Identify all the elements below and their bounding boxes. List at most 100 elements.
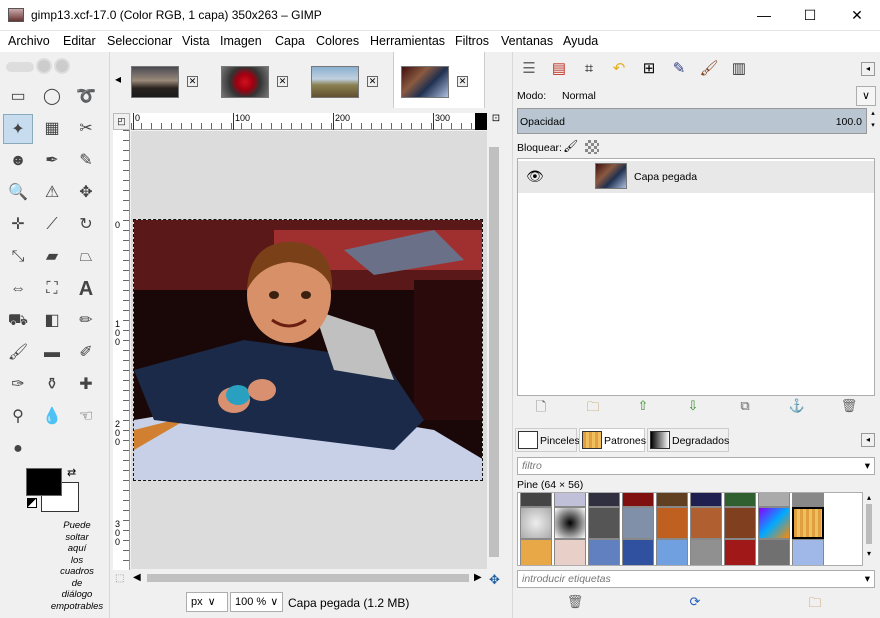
pattern-swatch[interactable] — [724, 539, 756, 565]
menu-ventanas[interactable]: Ventanas — [501, 34, 553, 48]
pattern-swatch[interactable] — [724, 493, 756, 507]
pattern-swatch[interactable] — [758, 539, 790, 565]
foreground-color-swatch[interactable] — [26, 468, 62, 496]
heal-icon[interactable]: ✚ — [71, 370, 101, 400]
gradients-tab[interactable]: Degradados — [647, 428, 729, 452]
paths-icon[interactable]: ✒ — [37, 146, 67, 176]
fuzzy-select-icon[interactable]: ✦ — [3, 114, 33, 144]
tabs-scroll-left-icon[interactable]: ◂ — [115, 72, 121, 86]
crop-icon[interactable]: ⟋ — [37, 210, 67, 240]
raise-layer-icon[interactable]: ⇧ — [633, 398, 653, 414]
dodge-burn-icon[interactable]: ● — [3, 434, 33, 464]
device-status-tab-icon[interactable]: ⊞ — [635, 56, 663, 82]
menu-colores[interactable]: Colores — [316, 34, 359, 48]
lower-layer-icon[interactable]: ⇩ — [683, 398, 703, 414]
delete-pattern-icon[interactable]: 🗑 — [565, 594, 585, 610]
paint-tab-icon[interactable]: 🖌 — [695, 56, 723, 82]
horizontal-scrollbar[interactable]: ◀ ▶ — [131, 571, 487, 585]
dock-menu-icon[interactable]: ◂ — [861, 433, 875, 447]
pattern-swatch[interactable] — [554, 507, 586, 539]
maximize-button[interactable]: ☐ — [787, 0, 833, 31]
text-icon[interactable]: A — [71, 274, 101, 304]
foreground-select-icon[interactable]: ☻ — [3, 146, 33, 176]
gradient-tab-icon[interactable]: ▥ — [725, 56, 753, 82]
menu-archivo[interactable]: Archivo — [8, 34, 50, 48]
pattern-swatch[interactable] — [792, 493, 824, 507]
pattern-swatch[interactable] — [656, 539, 688, 565]
image-tab-sunset[interactable] — [131, 66, 179, 98]
close-tab-icon[interactable]: ✕ — [457, 76, 468, 87]
pattern-swatch[interactable] — [724, 507, 756, 539]
move-icon[interactable]: ✥ — [71, 178, 101, 208]
image-tab-landscape[interactable] — [311, 66, 359, 98]
shear-icon[interactable]: ▰ — [37, 242, 67, 272]
pattern-swatch[interactable] — [792, 539, 824, 565]
brushes-tab[interactable]: Pinceles — [515, 428, 580, 452]
quick-mask-icon[interactable]: ⬚ — [115, 573, 124, 584]
pattern-swatch[interactable] — [690, 493, 722, 507]
dock-menu-icon[interactable]: ◂ — [861, 62, 875, 76]
lasso-select-icon[interactable]: ➰ — [71, 82, 101, 112]
layer-name[interactable]: Capa pegada — [634, 171, 697, 183]
minimize-button[interactable]: — — [741, 0, 787, 31]
airbrush-icon[interactable]: ✐ — [71, 338, 101, 368]
new-layer-icon[interactable]: 🗋 — [531, 398, 551, 420]
pencil-icon[interactable]: ✏ — [71, 306, 101, 336]
opacity-spinner[interactable]: ▴ ▾ — [868, 108, 878, 134]
bucket-fill-icon[interactable]: ⛟ — [3, 306, 33, 336]
lock-alpha-icon[interactable] — [585, 140, 599, 154]
menu-ayuda[interactable]: Ayuda — [563, 34, 598, 48]
menu-imagen[interactable]: Imagen — [220, 34, 262, 48]
layers-tab-icon[interactable]: ☰ — [515, 56, 543, 82]
pattern-swatch[interactable] — [588, 539, 620, 565]
pattern-swatch[interactable] — [656, 507, 688, 539]
swap-colors-icon[interactable]: ⇄ — [67, 466, 76, 479]
delete-layer-icon[interactable]: 🗑 — [839, 398, 859, 414]
pattern-swatch-selected[interactable] — [792, 507, 824, 539]
color-picker-icon[interactable]: ✎ — [71, 146, 101, 176]
scissors-select-icon[interactable]: ✂ — [71, 114, 101, 144]
pattern-swatch[interactable] — [758, 507, 790, 539]
perspective-clone-icon[interactable]: ⚲ — [3, 402, 33, 432]
paths-tab-icon[interactable]: ⌗ — [575, 56, 603, 82]
ink-icon[interactable]: ✑ — [3, 370, 33, 400]
pattern-swatch[interactable] — [520, 539, 552, 565]
perspective-icon[interactable]: ⏢ — [71, 242, 101, 272]
patterns-scrollbar[interactable]: ▴ ▾ — [863, 492, 875, 566]
eye-visibility-icon[interactable]: 👁 — [526, 168, 544, 185]
menu-seleccionar[interactable]: Seleccionar — [107, 34, 172, 48]
vertical-scrollbar[interactable] — [487, 131, 501, 569]
menu-capa[interactable]: Capa — [275, 34, 305, 48]
duplicate-layer-icon[interactable]: ⧉ — [735, 398, 755, 414]
opacity-slider[interactable]: Opacidad 100.0 — [517, 108, 867, 134]
pattern-swatch[interactable] — [622, 493, 654, 507]
pattern-swatch[interactable] — [690, 507, 722, 539]
close-tab-icon[interactable]: ✕ — [367, 76, 378, 87]
close-button[interactable]: ✕ — [834, 0, 880, 31]
close-tab-icon[interactable]: ✕ — [277, 76, 288, 87]
menu-filtros[interactable]: Filtros — [455, 34, 489, 48]
pattern-swatch[interactable] — [690, 539, 722, 565]
chevron-down-icon[interactable]: ▾ — [865, 571, 870, 587]
image-canvas[interactable] — [133, 219, 483, 481]
pattern-swatch[interactable] — [622, 539, 654, 565]
pattern-swatch[interactable] — [554, 493, 586, 507]
cage-transform-icon[interactable]: ⛶ — [37, 274, 67, 304]
image-tab-boy[interactable] — [401, 66, 449, 98]
scale-icon[interactable]: ⤡ — [3, 242, 33, 272]
mode-value[interactable]: Normal — [562, 90, 596, 102]
anchor-layer-icon[interactable]: ⚓ — [787, 398, 807, 414]
undo-history-tab-icon[interactable]: ↶ — [605, 56, 633, 82]
pattern-swatch[interactable] — [520, 507, 552, 539]
pattern-swatch[interactable] — [656, 493, 688, 507]
zoom-selector[interactable]: 100 % ∨ — [230, 592, 283, 612]
rect-select-icon[interactable]: ▭ — [3, 82, 33, 112]
mode-dropdown-chevron-down-icon[interactable]: ∨ — [856, 86, 876, 106]
menu-herramientas[interactable]: Herramientas — [370, 34, 445, 48]
new-layer-group-icon[interactable]: 🗀 — [583, 398, 603, 420]
clone-icon[interactable]: ⚱ — [37, 370, 67, 400]
lock-pixels-icon[interactable]: 🖌 — [563, 139, 578, 153]
open-pattern-folder-icon[interactable]: 🗀 — [805, 594, 825, 616]
pattern-swatch[interactable] — [588, 493, 620, 507]
navigate-icon[interactable]: ⊡ — [489, 113, 503, 127]
